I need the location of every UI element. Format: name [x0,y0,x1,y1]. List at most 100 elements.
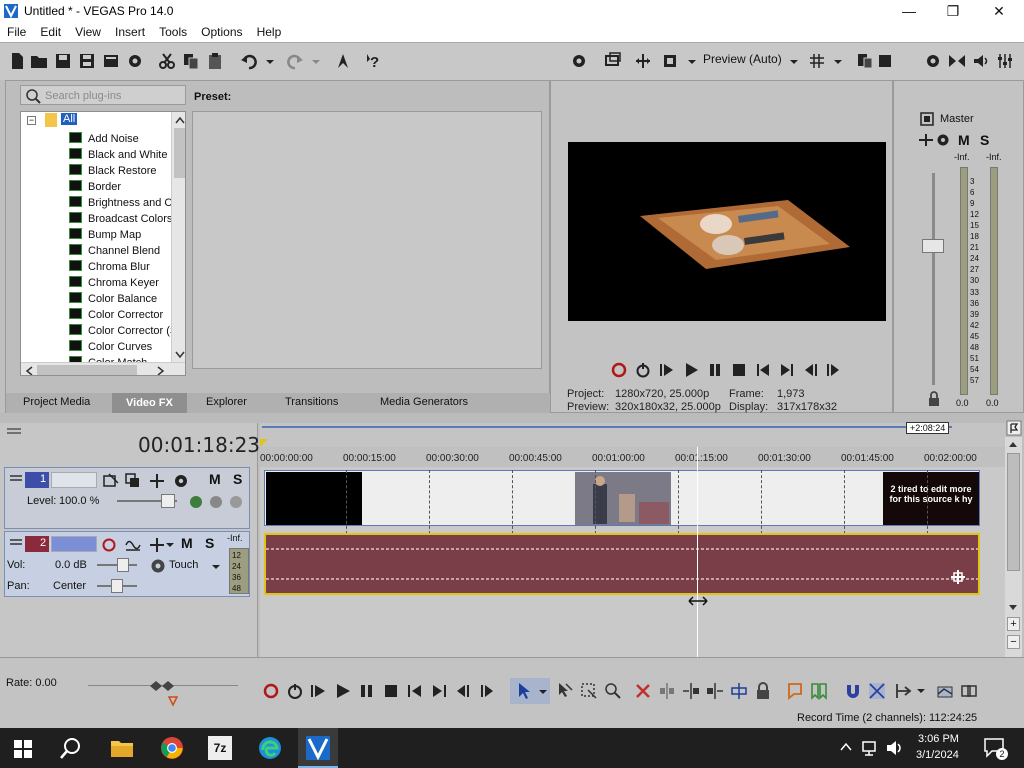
timeline-timecode[interactable]: 00:01:18:23 [138,433,260,457]
snapping-magnet-icon[interactable] [844,682,862,700]
loop-playback-icon[interactable] [635,362,651,378]
cut-icon[interactable] [158,52,178,72]
audio-event[interactable] [264,533,980,595]
track-2-mute-button[interactable]: M [181,535,193,551]
track-1-solo-button[interactable]: S [233,471,242,487]
ignore-event-grouping-icon[interactable] [960,682,978,700]
scroll-right-icon[interactable] [157,366,165,376]
track-list-grip-icon[interactable] [6,427,22,435]
tab-video-fx[interactable]: Video FX [112,393,187,413]
rate-slider-handle-icon[interactable] [148,677,178,707]
plugin-item[interactable]: Color Curves [69,340,152,356]
menu-options[interactable]: Options [197,22,246,39]
save-as-icon[interactable] [78,52,98,72]
video-preview-properties-gear-icon[interactable] [570,52,590,72]
close-button[interactable]: ✕ [976,0,1022,22]
undo-dropdown-icon[interactable] [264,52,284,72]
whats-this-help-icon[interactable]: ? [366,52,386,72]
track-1-fx-icon[interactable] [149,473,165,489]
auto-ripple-icon[interactable] [894,682,912,700]
timeline-splitter[interactable] [0,413,1024,423]
play-from-start-button-icon[interactable] [310,682,328,700]
insert-region-icon[interactable] [810,682,828,700]
next-frame-icon[interactable] [825,362,841,378]
external-monitor-icon[interactable] [604,52,624,72]
timeline-vertical-scrollbar[interactable]: + − [1005,437,1022,657]
volume-icon[interactable] [886,740,904,756]
plugin-item[interactable]: Color Corrector (S [69,324,177,340]
h-scroll-thumb[interactable] [37,365,137,375]
overlays-icon[interactable] [662,52,682,72]
trim-start-icon[interactable] [682,682,700,700]
stop-icon[interactable] [731,362,747,378]
timeline-scroll-down-icon[interactable] [1008,603,1018,611]
record-button-icon[interactable] [262,682,280,700]
open-icon[interactable] [30,52,50,72]
scroll-left-icon[interactable] [25,366,33,376]
go-to-end-icon[interactable] [779,362,795,378]
lock-icon[interactable] [928,391,940,407]
menu-edit[interactable]: Edit [36,22,65,39]
track-2-vol-handle[interactable] [117,558,129,572]
auto-ripple-dropdown-icon[interactable] [916,686,926,696]
time-ruler[interactable]: 00:00:00:00 00:00:15:00 00:00:30:00 00:00:4… [260,447,1005,467]
7zip-icon[interactable]: 7z [208,736,232,760]
scroll-thumb[interactable] [174,128,185,178]
go-to-end-button-icon[interactable] [430,682,448,700]
menu-view[interactable]: View [71,22,105,39]
collapse-toggle-icon[interactable]: − [27,116,36,125]
loop-region-bar[interactable] [262,426,952,428]
delete-icon[interactable] [634,682,652,700]
track-1-header[interactable]: 1 M S Level: 100.0 % [4,467,250,529]
go-to-start-button-icon[interactable] [406,682,424,700]
track-2-automation-gear-icon[interactable] [149,557,167,575]
windows-start-icon[interactable] [14,740,32,758]
preset-list[interactable] [192,111,542,369]
menu-insert[interactable]: Insert [111,22,149,39]
play-from-start-icon[interactable] [659,362,675,378]
grid-dropdown-icon[interactable] [832,52,852,72]
marker-region-bar[interactable]: +2:08:24 [260,422,1005,447]
tab-explorer[interactable]: Explorer [206,396,247,408]
save-icon[interactable] [54,52,74,72]
track-2-mode[interactable]: Touch [169,559,198,571]
show-hidden-icons-icon[interactable] [840,742,852,752]
save-snapshot-icon[interactable] [878,52,898,72]
preview-quality-dropdown[interactable]: Preview (Auto) [703,52,782,66]
track-2-mode-dropdown-icon[interactable] [211,562,221,572]
lock-event-icon[interactable] [754,682,772,700]
faders-icon[interactable] [996,52,1016,72]
plugin-item[interactable]: Channel Blend [69,244,160,260]
master-solo-button[interactable]: S [980,132,989,148]
chrome-icon[interactable] [160,736,184,760]
redo-icon[interactable] [286,52,306,72]
auto-crossfade-icon[interactable] [868,682,886,700]
split-screen-icon[interactable] [634,52,654,72]
tab-media-generators[interactable]: Media Generators [380,396,468,408]
split-icon[interactable] [730,682,748,700]
lock-envelopes-icon[interactable] [936,682,954,700]
tree-root-all[interactable]: All [61,113,78,125]
menu-help[interactable]: Help [253,22,286,39]
undo-icon[interactable] [240,52,260,72]
copy-snapshot-icon[interactable] [856,52,876,72]
timeline-tracks[interactable]: 2 tired to edit more for this source k h… [260,447,1005,657]
track-1-level-handle[interactable] [161,494,175,508]
new-icon[interactable] [8,52,28,72]
network-icon[interactable] [862,740,880,756]
record-icon[interactable] [611,362,627,378]
taskbar-time[interactable]: 3:06 PM [918,733,959,745]
plugin-item[interactable]: Black and White [69,148,167,164]
master-fader-handle[interactable] [922,239,944,253]
play-button-icon[interactable] [334,682,352,700]
track-2-name-input[interactable] [51,536,97,552]
track-1-motion-icon[interactable] [103,473,119,489]
pause-icon[interactable] [707,362,723,378]
plugin-item[interactable]: Color Balance [69,292,157,308]
master-mute-button[interactable]: M [958,132,970,148]
track-1-collapse-icon[interactable] [9,474,23,482]
paste-icon[interactable] [206,52,226,72]
enable-snapping-icon[interactable] [334,52,354,72]
master-fx-icon[interactable] [918,133,934,147]
track-2-solo-button[interactable]: S [205,535,214,551]
